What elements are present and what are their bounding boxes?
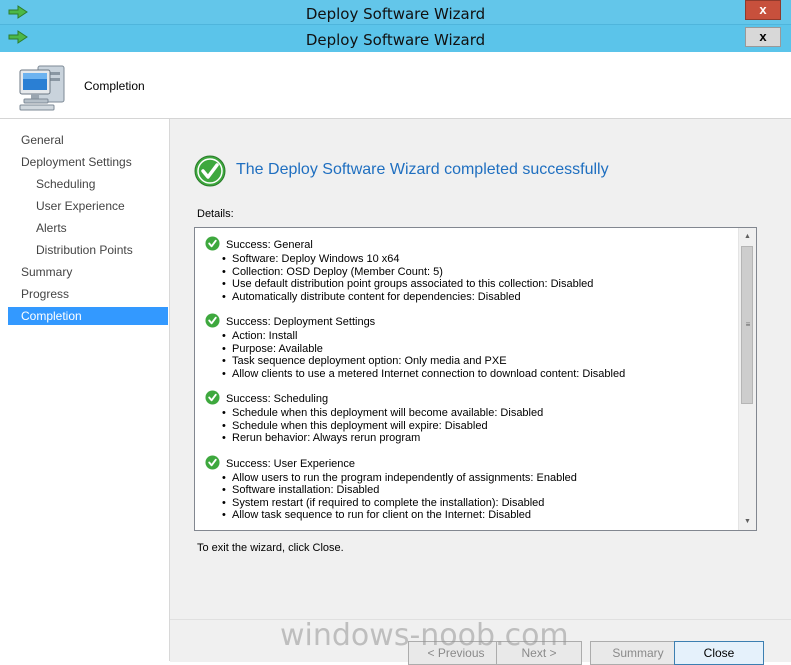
summary-button[interactable]: Summary xyxy=(590,641,686,665)
window-title: Deploy Software Wizard xyxy=(305,31,486,49)
window-title: Deploy Software Wizard xyxy=(305,5,486,23)
sidebar-item-user-experience[interactable]: User Experience xyxy=(8,197,168,215)
sidebar-item-progress[interactable]: Progress xyxy=(8,285,168,303)
sidebar-item-alerts[interactable]: Alerts xyxy=(8,219,168,237)
detail-item: Purpose: Available xyxy=(205,343,738,356)
scroll-up-arrow-icon[interactable]: ▲ xyxy=(739,228,756,245)
section-heading: Success: Scheduling xyxy=(205,390,738,407)
wizard-header: Completion xyxy=(0,52,791,119)
section-heading: Success: General xyxy=(205,236,738,253)
detail-item: System restart (if required to complete … xyxy=(205,497,738,510)
detail-item: Allow users to run the program independe… xyxy=(205,472,738,485)
sidebar-item-scheduling[interactable]: Scheduling xyxy=(8,175,168,193)
section-heading: Success: Deployment Settings xyxy=(205,313,738,330)
detail-item: Action: Install xyxy=(205,330,738,343)
sidebar-item-label: User Experience xyxy=(36,199,125,213)
success-heading: The Deploy Software Wizard completed suc… xyxy=(236,161,609,178)
success-check-icon xyxy=(205,454,220,470)
section-title: Success: Scheduling xyxy=(226,393,329,405)
exit-instructions: To exit the wizard, click Close. xyxy=(197,542,344,554)
title-bar[interactable]: Deploy Software Wizard x xyxy=(0,24,791,53)
detail-item: Allow clients to use a metered Internet … xyxy=(205,368,738,381)
section-title: Success: User Experience xyxy=(226,457,355,470)
section-title: Success: General xyxy=(226,239,313,251)
details-textbox[interactable]: Success: General Software: Deploy Window… xyxy=(194,227,757,531)
sidebar-item-deployment-settings[interactable]: Deployment Settings xyxy=(8,153,168,171)
main-panel: The Deploy Software Wizard completed suc… xyxy=(170,119,791,665)
details-content: Success: General Software: Deploy Window… xyxy=(205,236,738,530)
detail-item: Task sequence deployment option: Only me… xyxy=(205,355,738,368)
page-title: Completion xyxy=(84,79,145,93)
computer-icon xyxy=(19,65,65,111)
close-window-button[interactable]: x xyxy=(745,0,781,20)
section-title: Success: Deployment Settings xyxy=(226,316,376,328)
background-title-bar[interactable]: Deploy Software Wizard x xyxy=(0,0,791,24)
detail-item: Software: Deploy Windows 10 x64 xyxy=(205,253,738,266)
grip-icon: ≡ xyxy=(745,320,751,329)
details-section: Success: Deployment Settings Action: Ins… xyxy=(205,313,738,381)
success-check-icon xyxy=(205,313,220,328)
sidebar-item-label: Summary xyxy=(21,265,73,279)
sidebar-item-label: Distribution Points xyxy=(36,243,133,257)
success-check-icon xyxy=(205,390,220,405)
detail-item: Schedule when this deployment will expir… xyxy=(205,420,738,433)
sidebar-item-label: Deployment Settings xyxy=(21,155,132,169)
detail-item: Software installation: Disabled xyxy=(205,484,738,497)
details-section: Success: General Software: Deploy Window… xyxy=(205,236,738,304)
sidebar-item-distribution-points[interactable]: Distribution Points xyxy=(8,241,168,259)
close-button[interactable]: Close xyxy=(674,641,764,665)
detail-item: Rerun behavior: Always rerun program xyxy=(205,432,738,445)
sidebar-item-summary[interactable]: Summary xyxy=(8,263,168,281)
sidebar-item-label: Scheduling xyxy=(36,177,96,191)
close-window-button[interactable]: x xyxy=(745,27,781,47)
detail-item: Collection: OSD Deploy (Member Count: 5) xyxy=(205,266,738,279)
details-scrollbar[interactable]: ▲ ≡ ▼ xyxy=(738,228,756,530)
previous-button[interactable]: < Previous xyxy=(408,641,504,665)
sidebar-item-general[interactable]: General xyxy=(8,131,168,149)
detail-item: Use default distribution point groups as… xyxy=(205,278,738,291)
sidebar-item-label: Alerts xyxy=(36,221,67,235)
sidebar-item-label: Completion xyxy=(21,309,82,323)
detail-item: Automatically distribute content for dep… xyxy=(205,291,738,304)
details-section: Success: User Experience Allow users to … xyxy=(205,454,738,522)
next-button[interactable]: Next > xyxy=(496,641,582,665)
details-section: Success: Scheduling Schedule when this d… xyxy=(205,390,738,445)
scroll-down-arrow-icon[interactable]: ▼ xyxy=(739,513,756,530)
sidebar-item-label: General xyxy=(21,133,64,147)
details-label: Details: xyxy=(197,208,234,220)
section-heading: Success: User Experience xyxy=(205,454,738,472)
sidebar-item-completion[interactable]: Completion xyxy=(8,307,168,325)
detail-item: Allow task sequence to run for client on… xyxy=(205,509,738,522)
sidebar-item-label: Progress xyxy=(21,287,70,301)
detail-item: Schedule when this deployment will becom… xyxy=(205,407,738,420)
wizard-navigation: General Deployment Settings Scheduling U… xyxy=(0,119,170,661)
button-bar: < Previous Next > Summary Close xyxy=(170,619,791,665)
success-check-icon xyxy=(194,155,226,187)
success-check-icon xyxy=(205,236,220,251)
scrollbar-thumb[interactable]: ≡ xyxy=(741,246,753,404)
